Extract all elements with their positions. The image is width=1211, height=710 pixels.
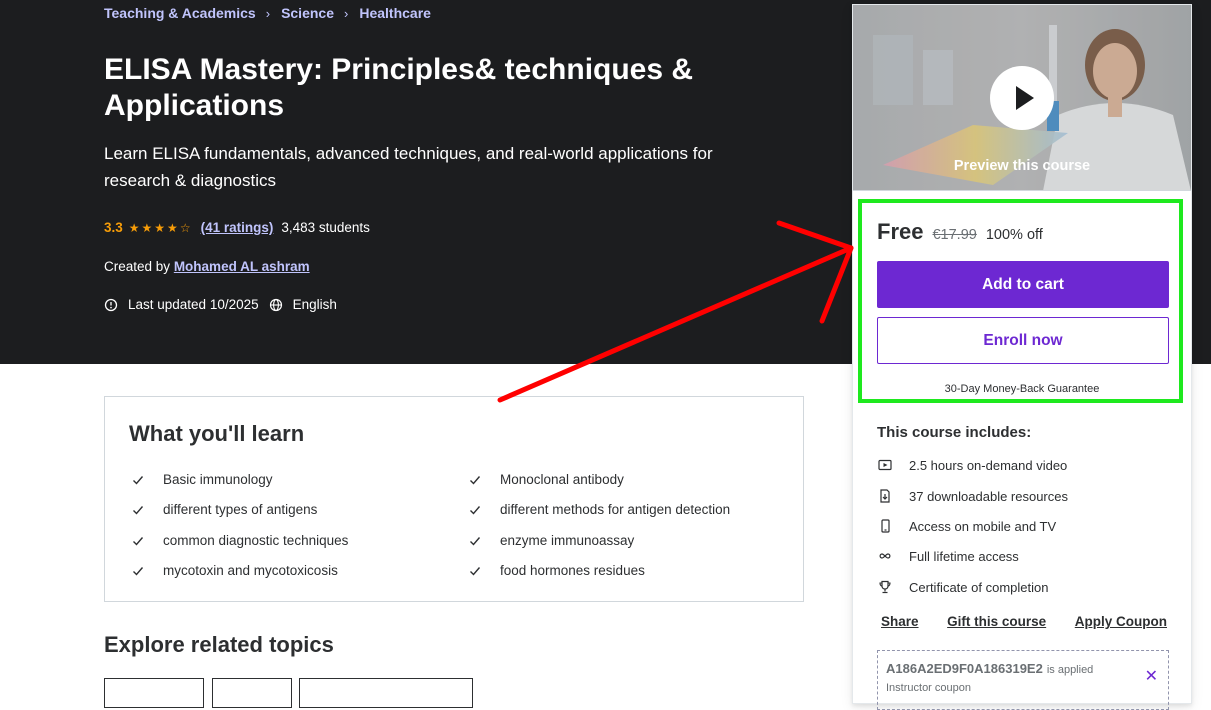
- last-updated: Last updated 10/2025: [128, 297, 259, 312]
- related-topic-chip[interactable]: [212, 678, 292, 708]
- course-subtitle: Learn ELISA fundamentals, advanced techn…: [104, 144, 713, 190]
- related-topics-title: Explore related topics: [104, 632, 334, 657]
- video-icon: [877, 457, 893, 473]
- sidebar-actions: Share Gift this course Apply Coupon: [881, 614, 1167, 629]
- close-icon[interactable]: ✕: [1145, 666, 1158, 686]
- created-by-label: Created by: [104, 259, 171, 274]
- ratings-count-link[interactable]: (41 ratings): [201, 220, 274, 235]
- learn-item: enzyme immunoassay: [468, 533, 634, 548]
- rating-value: 3.3: [104, 220, 123, 235]
- check-icon: [470, 505, 481, 515]
- globe-icon: [269, 298, 282, 311]
- apply-coupon-button[interactable]: Apply Coupon: [1075, 614, 1167, 629]
- check-icon: [470, 536, 481, 546]
- trophy-icon: [877, 579, 893, 595]
- share-button[interactable]: Share: [881, 614, 919, 629]
- includes-item: Certificate of completion: [877, 579, 1048, 595]
- learn-item: different methods for antigen detection: [468, 502, 730, 517]
- mobile-icon: [877, 518, 893, 534]
- course-meta: Last updated 10/2025 English: [104, 297, 337, 312]
- applied-coupon-box: A186A2ED9F0A186319E2 is applied Instructo…: [877, 650, 1169, 710]
- check-icon: [470, 566, 481, 576]
- chevron-right-icon: ›: [344, 5, 349, 21]
- breadcrumb-teaching-academics[interactable]: Teaching & Academics: [104, 5, 256, 21]
- learn-item: Monoclonal antibody: [468, 472, 624, 487]
- learn-item: mycotoxin and mycotoxicosis: [131, 563, 338, 578]
- rating-row: 3.3 ★★★★☆ (41 ratings) 3,483 students: [104, 220, 370, 235]
- learn-item: food hormones residues: [468, 563, 645, 578]
- course-language: English: [292, 297, 337, 312]
- learn-item: Basic immunology: [131, 472, 273, 487]
- chevron-right-icon: ›: [265, 5, 271, 21]
- check-icon: [133, 536, 144, 546]
- check-icon: [470, 475, 481, 485]
- instructor-link[interactable]: Mohamed AL ashram: [174, 259, 310, 274]
- what-you-learn-box: What you'll learn Basic immunology diffe…: [104, 396, 804, 602]
- check-icon: [133, 475, 144, 485]
- check-icon: [133, 505, 144, 515]
- learn-item: different types of antigens: [131, 502, 317, 517]
- related-topic-chip[interactable]: [104, 678, 204, 708]
- created-by: Created by Mohamed AL ashram: [104, 259, 310, 274]
- play-icon[interactable]: [990, 66, 1054, 130]
- includes-item: Access on mobile and TV: [877, 518, 1056, 534]
- gift-course-button[interactable]: Gift this course: [947, 614, 1046, 629]
- breadcrumb: Teaching & Academics › Science › Healthc…: [104, 5, 431, 21]
- coupon-code: A186A2ED9F0A186319E2 is applied: [886, 661, 1094, 676]
- preview-course-label[interactable]: Preview this course: [853, 158, 1191, 174]
- download-file-icon: [877, 488, 893, 504]
- students-count: 3,483 students: [281, 220, 370, 235]
- related-topic-chip[interactable]: [299, 678, 473, 708]
- annotation-highlight-box: [858, 199, 1183, 403]
- learn-item: common diagnostic techniques: [131, 533, 348, 548]
- star-rating-icon: ★★★★☆: [128, 220, 193, 235]
- course-preview-video[interactable]: Preview this course: [853, 5, 1191, 191]
- includes-item: Full lifetime access: [877, 548, 1019, 564]
- includes-item: 37 downloadable resources: [877, 488, 1068, 504]
- alert-badge-icon: [104, 298, 118, 311]
- check-icon: [133, 566, 144, 576]
- what-you-learn-title: What you'll learn: [129, 421, 305, 446]
- breadcrumb-healthcare[interactable]: Healthcare: [359, 5, 431, 21]
- infinity-icon: [877, 548, 893, 564]
- breadcrumb-science[interactable]: Science: [281, 5, 334, 21]
- coupon-type: Instructor coupon: [886, 682, 971, 694]
- course-includes-title: This course includes:: [877, 424, 1032, 441]
- includes-item: 2.5 hours on-demand video: [877, 457, 1067, 473]
- course-title: ELISA Mastery: Principles& techniques & …: [104, 53, 694, 122]
